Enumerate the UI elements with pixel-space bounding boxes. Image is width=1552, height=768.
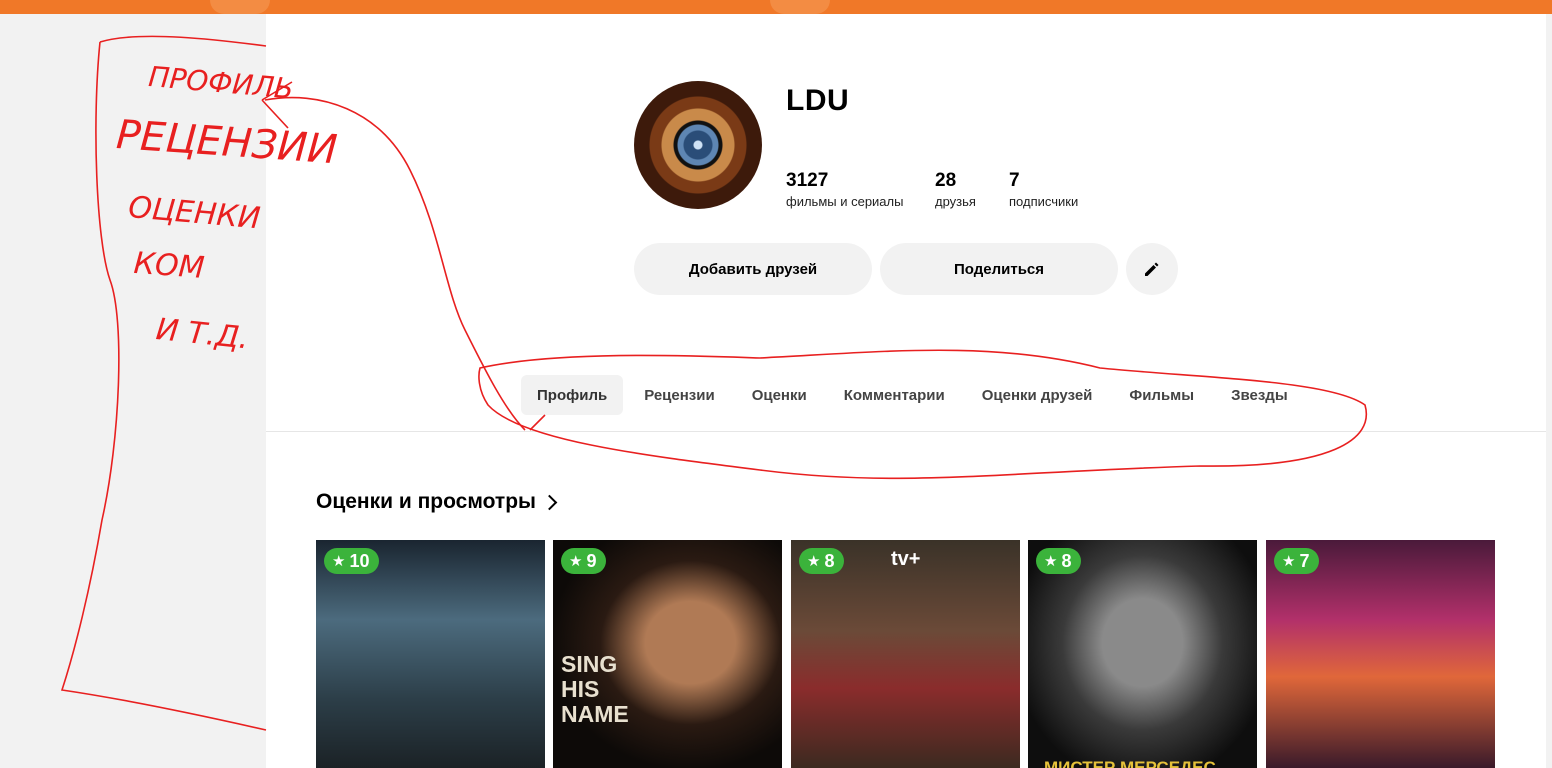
avatar[interactable] [634,81,762,209]
rating-value: 8 [824,550,835,571]
stat-label: друзья [935,194,976,209]
stat-label: подписчики [1009,194,1079,209]
stat-label: фильмы и сериалы [786,194,904,209]
rating-value: 8 [1061,550,1072,571]
movie-card[interactable]: ★ 8 tv+ [791,540,1020,768]
ratings-section-link[interactable]: Оценки и просмотры [316,490,558,514]
tab-reviews[interactable]: Рецензии [628,375,731,415]
rating-value: 7 [1299,550,1310,571]
star-icon: ★ [332,553,346,570]
header-decoration [770,0,830,14]
add-friends-button[interactable]: Добавить друзей [634,243,872,295]
edit-profile-button[interactable] [1126,243,1178,295]
tab-friends-ratings[interactable]: Оценки друзей [966,375,1109,415]
movie-card[interactable]: ★ 8 МИСТЕР МЕРСЕДЕС [1028,540,1257,768]
header-decoration [210,0,270,14]
pencil-icon [1145,262,1159,276]
star-icon: ★ [807,553,821,570]
rating-badge: ★ 7 [1274,548,1320,574]
stat-value: 3127 [786,170,829,191]
stat-followers[interactable]: 7 подписчики [1009,170,1078,209]
annotation-line: ОЦЕНКИ [126,190,262,237]
profile-tabs: Профиль Рецензии Оценки Комментарии Оцен… [521,375,1309,415]
stat-films[interactable]: 3127 фильмы и сериалы [786,170,903,209]
annotation-line: КОМ [132,246,206,286]
share-button[interactable]: Поделиться [880,243,1118,295]
top-header-bar [0,0,1552,14]
right-gutter [1546,14,1552,768]
stat-value: 28 [935,170,957,191]
rating-badge: ★ 8 [799,548,845,574]
tab-comments[interactable]: Комментарии [828,375,961,415]
star-icon: ★ [1282,553,1296,570]
tab-films[interactable]: Фильмы [1113,375,1210,415]
movie-card[interactable]: ★ 7 [1266,540,1495,768]
profile-username: LDU [786,84,850,117]
rating-value: 9 [586,550,597,571]
rating-value: 10 [349,550,370,571]
rating-badge: ★ 8 [1036,548,1082,574]
tabs-divider [266,431,1546,432]
stat-value: 7 [1009,170,1020,191]
annotation-line: И Т.Д. [154,312,251,357]
tab-profile[interactable]: Профиль [521,375,624,415]
star-icon: ★ [569,553,583,570]
stat-friends[interactable]: 28 друзья [935,170,976,209]
star-icon: ★ [1044,553,1058,570]
tab-ratings[interactable]: Оценки [736,375,823,415]
poster-title: SING HIS NAME [561,651,629,727]
rating-badge: ★ 9 [561,548,607,574]
movie-card[interactable]: ★ 10 [316,540,545,768]
chevron-right-icon [541,494,558,510]
poster-logo: tv+ [891,548,921,570]
movie-card[interactable]: ★ 9 SING HIS NAME [553,540,782,768]
rating-badge: ★ 10 [324,548,380,574]
poster-title: МИСТЕР МЕРСЕДЕС [1044,758,1216,768]
section-title: Оценки и просмотры [316,490,536,513]
tab-stars[interactable]: Звезды [1215,375,1304,415]
